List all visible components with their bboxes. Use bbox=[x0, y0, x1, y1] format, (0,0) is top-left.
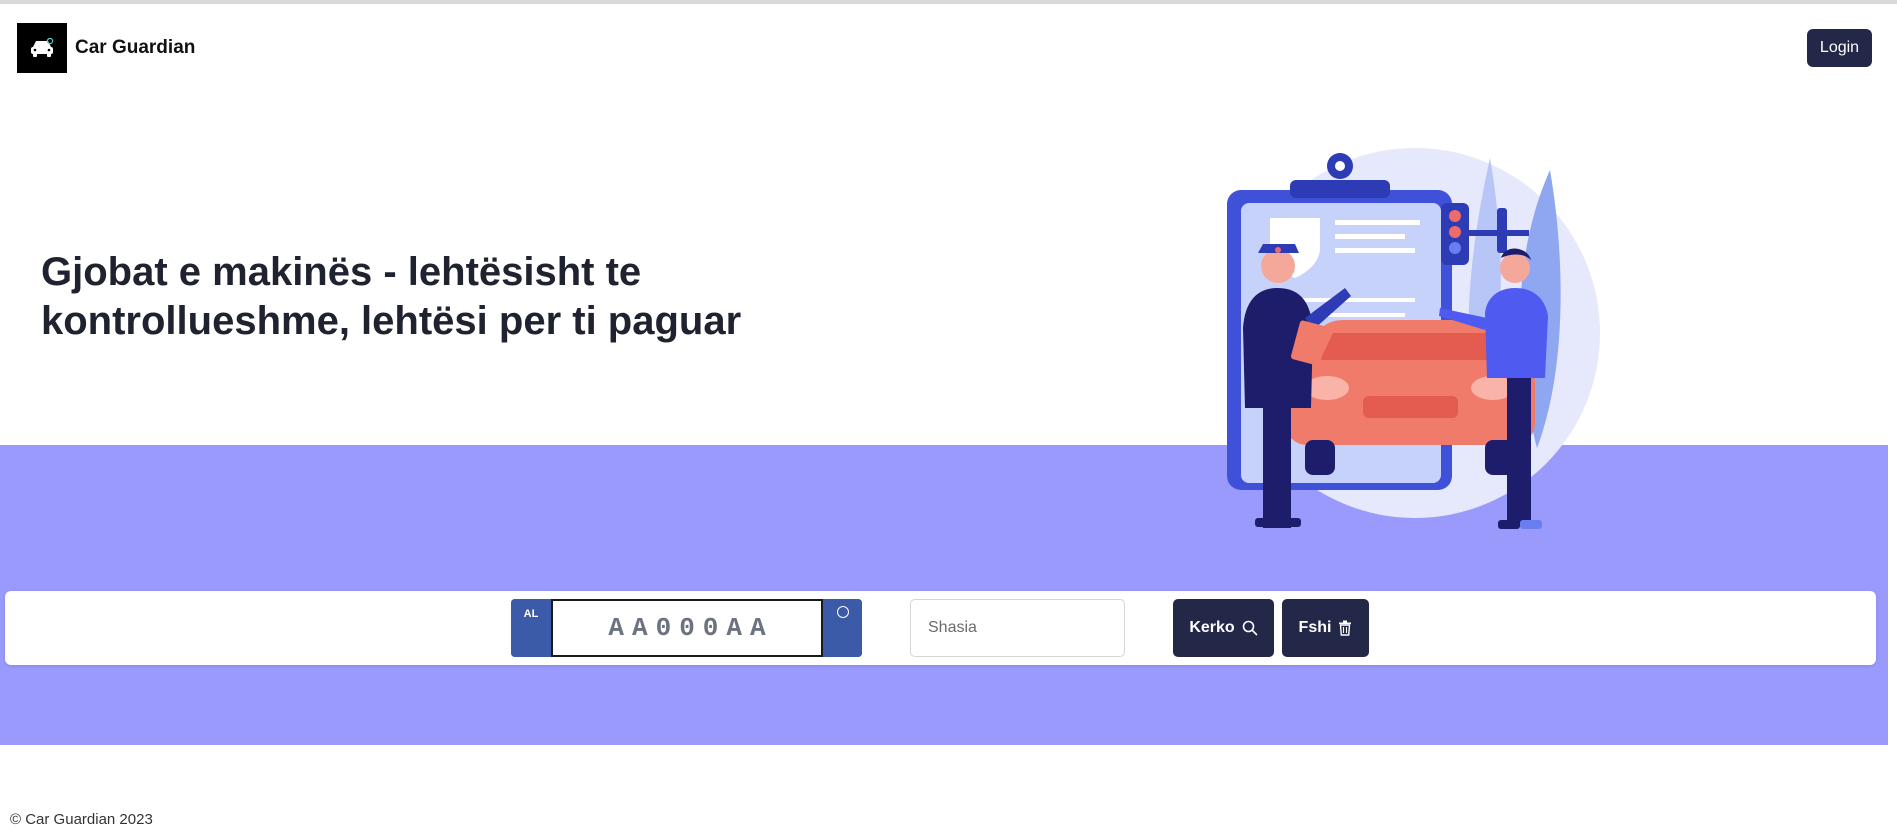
plate-right-strip bbox=[823, 599, 862, 657]
license-plate-input[interactable] bbox=[551, 599, 823, 657]
search-button-label: Kerko bbox=[1189, 619, 1235, 636]
license-plate-field: AL bbox=[511, 599, 862, 657]
footer-copyright: © Car Guardian 2023 bbox=[10, 811, 153, 828]
chassis-input[interactable] bbox=[910, 599, 1125, 657]
clear-button[interactable]: Fshi bbox=[1282, 599, 1369, 657]
traffic-police-car-illustration bbox=[1227, 148, 1600, 529]
plate-ring-icon bbox=[836, 606, 849, 618]
brand-name[interactable]: Car Guardian bbox=[75, 37, 195, 59]
brand-logo[interactable] bbox=[17, 23, 67, 73]
clear-button-label: Fshi bbox=[1298, 619, 1332, 636]
trash-icon bbox=[1339, 620, 1352, 636]
hero-title: Gjobat e makinës - lehtësisht te kontrol… bbox=[41, 250, 742, 343]
login-button[interactable]: Login bbox=[1807, 29, 1872, 67]
search-icon bbox=[1242, 620, 1257, 636]
plate-country-code: AL bbox=[511, 599, 551, 657]
navbar: Car Guardian Login bbox=[0, 4, 1897, 94]
search-button[interactable]: Kerko bbox=[1173, 599, 1274, 657]
car-shield-icon bbox=[31, 38, 54, 57]
